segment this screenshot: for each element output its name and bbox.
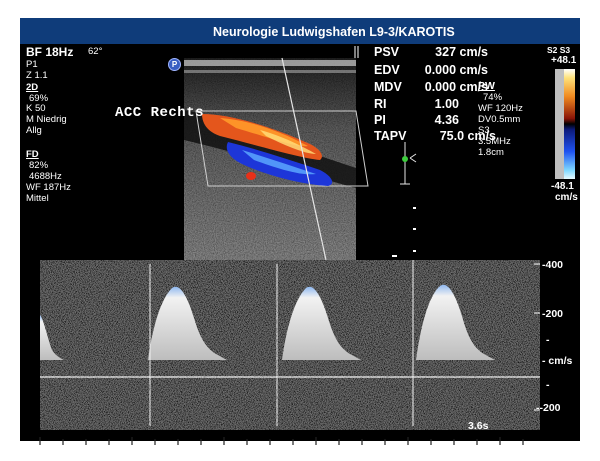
pw-frequency: 3.5MHz (478, 136, 511, 147)
pw-wall-filter: WF 120Hz (478, 103, 523, 114)
measurement-edv: EDV 0.000 cm/s (374, 63, 494, 77)
measurement-name: PSV (374, 45, 400, 59)
ultrasound-screen: Neurologie Ludwigshafen L9-3/KAROTIS BF … (20, 18, 580, 441)
measurement-value: 327 cm/s (435, 45, 488, 59)
color-scale-bar (555, 69, 575, 179)
velocity-tick-400: -400 (542, 259, 564, 271)
velocity-tick-200: -200 (542, 308, 564, 320)
velocity-tick-neg200: --200 (536, 402, 561, 414)
sample-gate-icon (402, 156, 408, 162)
color-scale-min: -48.1 (551, 181, 574, 192)
measurement-mdv: MDV 0.000 cm/s (374, 80, 494, 94)
measurement-name: MDV (374, 80, 402, 94)
velocity-tick-minor: - (546, 334, 550, 346)
probe-orientation-icon: P (168, 58, 181, 71)
pw-title: PW (478, 80, 495, 92)
image-annotation: ACC Rechts (115, 105, 205, 121)
measurement-pi: PI 4.36 (374, 113, 494, 127)
time-ruler-svg (39, 437, 524, 445)
measurement-ri: RI 1.00 (374, 97, 494, 111)
pw-depth: 1.8cm (478, 147, 504, 158)
pw-sample-volume: DV0.5mm (478, 114, 521, 125)
measurement-psv: PSV 327 cm/s (374, 45, 494, 59)
time-scale-label: 3.6s (468, 420, 489, 432)
spectrum-svg (40, 260, 540, 430)
pw-gain: 74% (483, 92, 503, 103)
measurement-value: 0.000 cm/s (424, 80, 488, 94)
measurement-name: EDV (374, 63, 400, 77)
sweep-marker (392, 255, 397, 261)
velocity-unit: - cm/s (542, 355, 573, 367)
measurement-value: 1.00 (434, 97, 459, 111)
color-scale-unit: cm/s (555, 192, 578, 203)
color-scale-label: S2 S3 (547, 45, 571, 55)
measurement-value: 4.36 (434, 113, 459, 127)
measurement-value: 0.000 cm/s (424, 63, 488, 77)
measurement-name: TAPV (374, 129, 407, 143)
color-scale-max: +48.1 (551, 55, 577, 66)
velocity-tick-minor: - (546, 379, 550, 391)
pw-s-label: S3 (478, 125, 490, 136)
